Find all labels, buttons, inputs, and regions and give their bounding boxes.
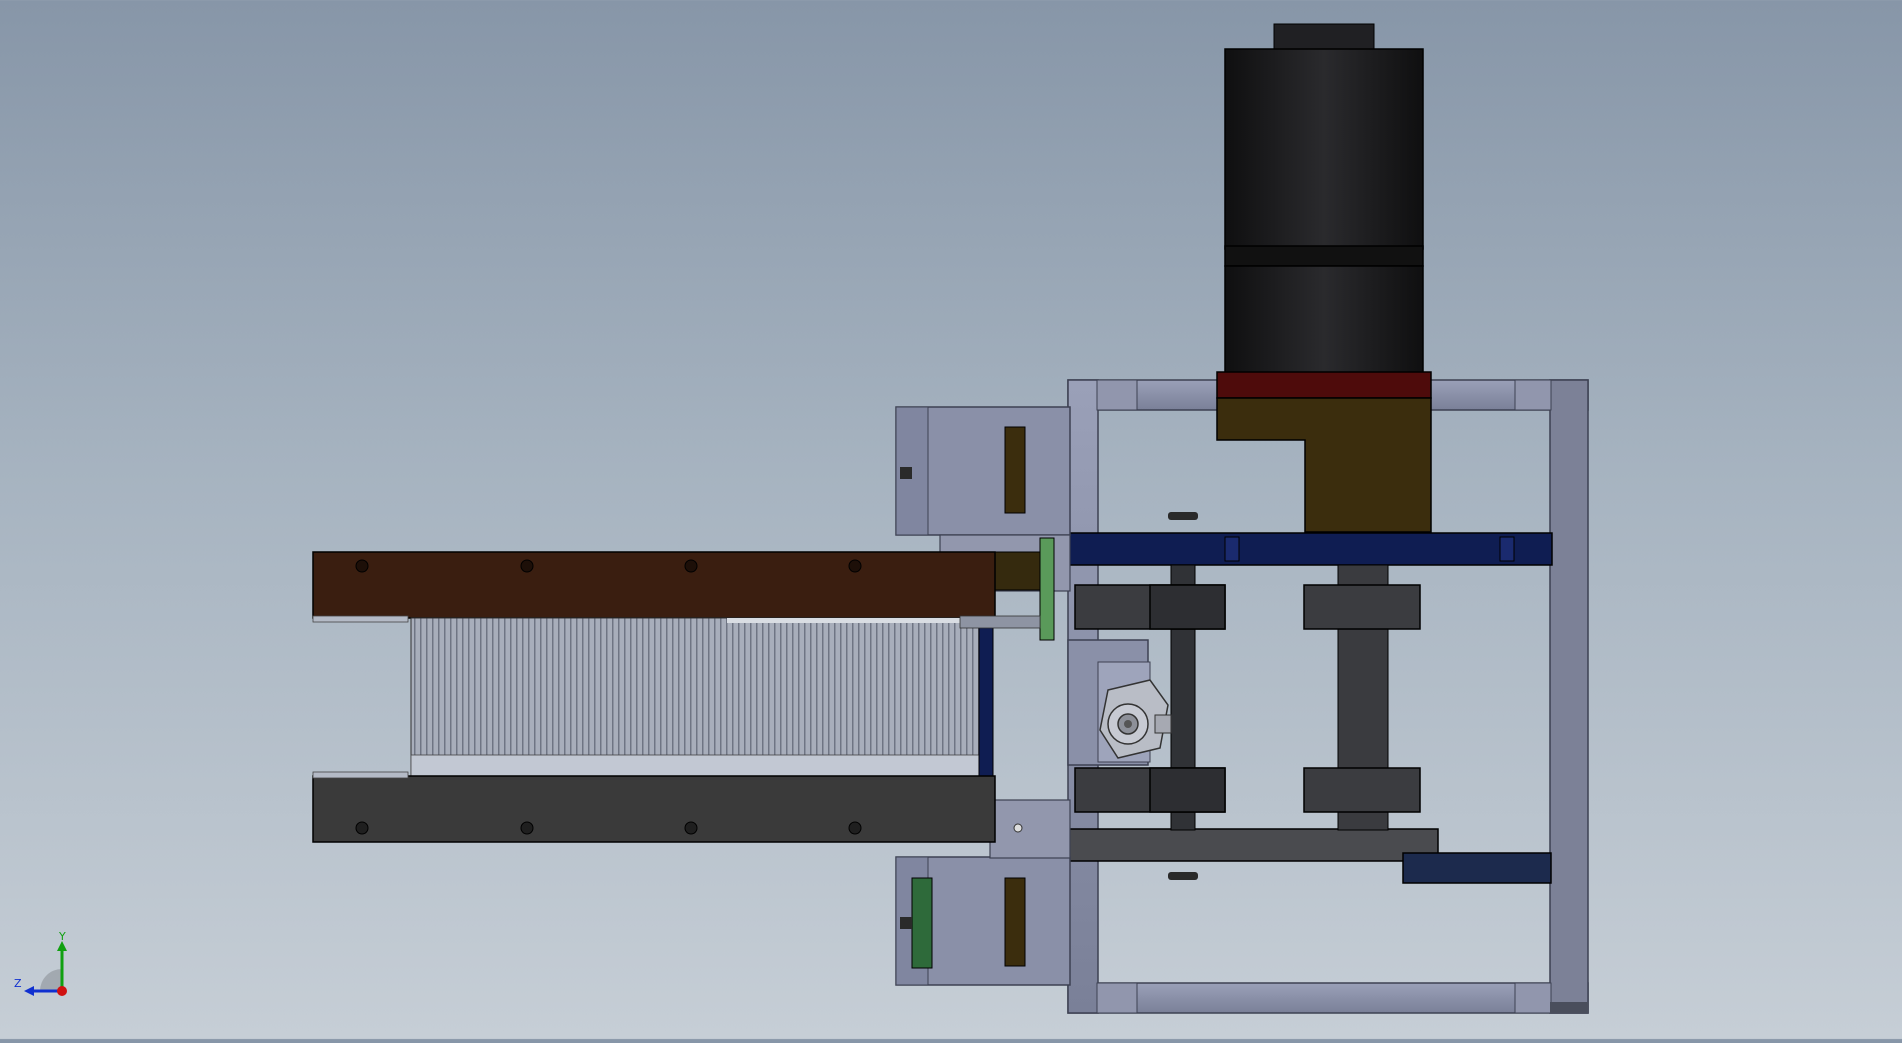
green-bracket-upper: [1039, 537, 1055, 641]
coordinate-triad: Y Z: [14, 931, 67, 996]
gearbox-body: [1216, 397, 1432, 533]
lower-side-block: [895, 856, 1071, 986]
servo-motor: [1216, 23, 1432, 533]
dark-bottom-plate: [312, 771, 996, 843]
belt-section: [410, 615, 1041, 779]
motor-cap: [1273, 23, 1375, 51]
axis-z-label: Z: [14, 977, 22, 990]
frame-bottom-bar: [1067, 982, 1589, 1014]
cad-viewport[interactable]: Y Z: [0, 0, 1902, 1039]
brown-top-plate: [312, 551, 996, 623]
axis-z-arrow: [24, 986, 34, 996]
axis-x-point: [57, 986, 67, 996]
lower-blue-block: [1402, 852, 1552, 884]
cam-assembly: [1067, 639, 1172, 766]
motor-lower-body: [1224, 265, 1424, 375]
blue-rail: [1054, 532, 1553, 566]
motor-body: [1224, 48, 1424, 250]
green-bracket-lower: [911, 877, 933, 969]
axis-y-label: Y: [58, 931, 66, 943]
lower-rail: [1054, 828, 1439, 862]
motor-flange-red: [1216, 371, 1432, 399]
upper-side-block: [895, 406, 1071, 536]
assembly-top-view: [312, 23, 1589, 1014]
frame-right-post: [1549, 379, 1589, 1014]
